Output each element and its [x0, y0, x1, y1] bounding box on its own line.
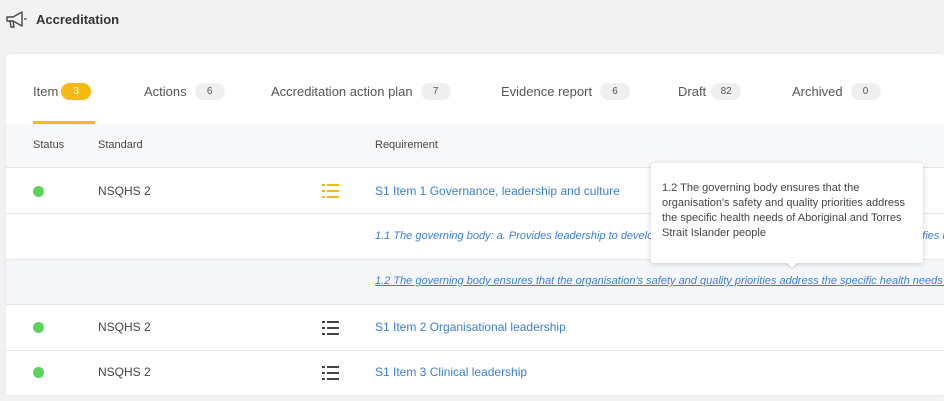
- tab-count-badge: 82: [711, 82, 742, 100]
- tab-actions[interactable]: Actions 6: [144, 81, 225, 101]
- requirement-link[interactable]: S1 Item 2 Organisational leadership: [375, 320, 566, 334]
- tab-accreditation-action-plan[interactable]: Accreditation action plan 7: [271, 81, 451, 101]
- column-header-status: Status: [33, 139, 65, 151]
- tab-draft[interactable]: Draft 82: [678, 81, 742, 101]
- status-indicator: [33, 367, 44, 378]
- page-title: Accreditation: [36, 12, 120, 27]
- table-header: Status Standard Requirement: [6, 124, 944, 168]
- table-subrow: 1.2 The governing body ensures that the …: [6, 260, 944, 305]
- tab-count-badge: 6: [600, 82, 631, 100]
- standard-cell: NSQHS 2: [98, 184, 151, 198]
- tab-evidence-report[interactable]: Evidence report 6: [501, 81, 631, 101]
- status-indicator: [33, 322, 44, 333]
- sub-requirement-link[interactable]: 1.2 The governing body ensures that the …: [375, 275, 944, 287]
- megaphone-icon: [6, 11, 27, 28]
- standard-cell: NSQHS 2: [98, 365, 151, 379]
- table-row: NSQHS 2 S1 Item 2 Organisational leaders…: [6, 305, 944, 351]
- tab-label: Evidence report: [501, 83, 593, 99]
- expand-list-icon[interactable]: [322, 184, 339, 198]
- table-row: NSQHS 2 S1 Item 3 Clinical leadership: [6, 351, 944, 395]
- tooltip-arrow: [786, 262, 798, 268]
- tab-count-badge: 0: [850, 82, 881, 100]
- page-header: Accreditation: [0, 0, 944, 42]
- tab-item[interactable]: Item 3: [33, 81, 92, 101]
- tab-label: Archived: [792, 83, 843, 99]
- tab-label: Accreditation action plan: [271, 83, 413, 99]
- requirement-link[interactable]: S1 Item 3 Clinical leadership: [375, 365, 527, 379]
- column-header-standard: Standard: [98, 139, 143, 151]
- tab-count-badge: 7: [420, 82, 451, 100]
- column-header-requirement: Requirement: [375, 139, 438, 151]
- requirement-tooltip: 1.2 The governing body ensures that the …: [651, 163, 923, 263]
- tab-count-badge: 6: [194, 82, 225, 100]
- expand-list-icon[interactable]: [322, 366, 339, 380]
- tab-label: Item: [33, 83, 59, 99]
- tab-label: Actions: [144, 83, 187, 99]
- status-indicator: [33, 186, 44, 197]
- standard-cell: NSQHS 2: [98, 320, 151, 334]
- tab-count-badge: 3: [61, 82, 92, 100]
- tab-archived[interactable]: Archived 0: [792, 81, 881, 101]
- tab-label: Draft: [678, 83, 707, 99]
- expand-list-icon[interactable]: [322, 321, 339, 335]
- requirement-link[interactable]: S1 Item 1 Governance, leadership and cul…: [375, 184, 620, 198]
- tab-bar: Item 3 Actions 6 Accreditation action pl…: [6, 54, 944, 125]
